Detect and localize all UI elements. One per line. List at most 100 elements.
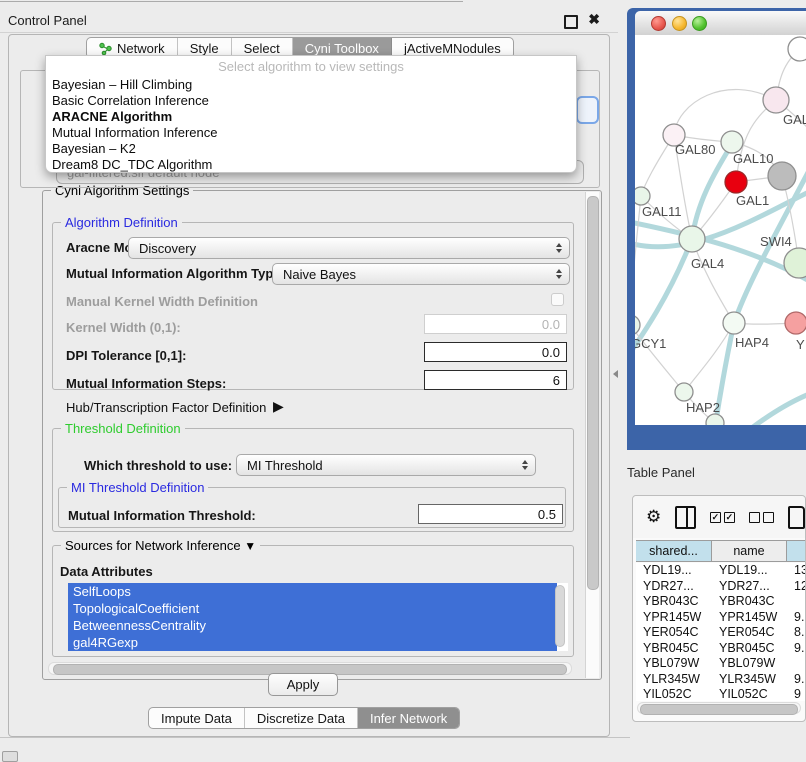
network-node[interactable]: [706, 414, 724, 425]
network-icon: [99, 42, 112, 55]
sources-legend: Sources for Network Inference ▼: [61, 538, 260, 554]
close-icon[interactable]: ✖: [588, 11, 600, 28]
node-label: SWI4: [760, 234, 792, 249]
algorithm-option[interactable]: Basic Correlation Inference: [52, 93, 209, 108]
node-label: HAP4: [735, 335, 769, 350]
table-row[interactable]: YLR345WYLR345W9.: [636, 672, 805, 688]
network-node-swi4[interactable]: [784, 248, 806, 278]
node-label: GAL10: [733, 151, 773, 166]
attr-item-selected[interactable]: SelfLoops: [68, 583, 557, 600]
algorithm-definition-legend: Algorithm Definition: [61, 215, 182, 230]
select-all-columns-icon[interactable]: ✓✓: [710, 512, 735, 523]
node-label: GAL80: [675, 142, 715, 157]
network-node-gray[interactable]: [768, 162, 796, 190]
algorithm-option[interactable]: Bayesian – Hill Climbing: [52, 77, 192, 92]
network-node-hap4[interactable]: [723, 312, 745, 334]
cyni-bottom-tabs: Impute Data Discretize Data Infer Networ…: [148, 707, 460, 729]
node-label: Y: [796, 337, 805, 352]
attr-item-selected[interactable]: gal4RGexp: [68, 634, 557, 651]
tab-network-label: Network: [117, 41, 165, 56]
tab-impute-data[interactable]: Impute Data: [149, 708, 245, 728]
table-row[interactable]: YDL19...YDL19...13: [636, 563, 805, 579]
table-hscroll-thumb[interactable]: [640, 704, 798, 715]
table-hscrollbar[interactable]: [637, 702, 801, 714]
minimize-traffic-light[interactable]: [672, 16, 687, 31]
tab-discretize-data[interactable]: Discretize Data: [245, 708, 358, 728]
network-node-gal1[interactable]: [725, 171, 747, 193]
table-header-shared[interactable]: shared...: [636, 541, 712, 561]
manual-kernel-checkbox[interactable]: [551, 293, 564, 306]
export-table-icon[interactable]: [788, 506, 805, 529]
attr-list-vscroll-thumb[interactable]: [555, 585, 565, 647]
table-row[interactable]: YDR27...YDR27...12: [636, 579, 805, 595]
network-node[interactable]: [788, 37, 806, 61]
threshold-legend: Threshold Definition: [61, 421, 185, 436]
table-row[interactable]: YBL079WYBL079W: [636, 656, 805, 672]
table-panel-title: Table Panel: [627, 465, 695, 480]
which-threshold-value: MI Threshold: [247, 458, 323, 473]
kernel-width-label: Kernel Width (0,1):: [66, 320, 181, 335]
float-window-icon[interactable]: [564, 15, 578, 29]
tab-infer-network[interactable]: Infer Network: [358, 708, 459, 728]
control-panel-title: Control Panel: [8, 13, 87, 28]
hub-section-label[interactable]: Hub/Transcription Factor Definition: [66, 400, 266, 415]
bottom-divider: [0, 737, 630, 738]
gear-icon[interactable]: ⚙: [646, 507, 661, 527]
mi-steps-field[interactable]: [424, 370, 567, 390]
table-header-name[interactable]: name: [712, 541, 787, 561]
table-row[interactable]: YBR045CYBR045C9.: [636, 641, 805, 657]
split-columns-icon[interactable]: [675, 506, 696, 529]
network-canvas[interactable]: GAL GAL80 GAL10 GAL1 GAL11 GAL4 SWI4 HAP…: [635, 35, 806, 425]
dpi-tolerance-label: DPI Tolerance [0,1]:: [66, 348, 186, 363]
network-node-gcy1[interactable]: [635, 315, 640, 335]
table-row[interactable]: YER054CYER054C8.: [636, 625, 805, 641]
network-node-gal11[interactable]: [635, 187, 650, 205]
deselect-all-columns-icon[interactable]: [749, 512, 774, 523]
apply-button[interactable]: Apply: [268, 673, 338, 696]
table-row[interactable]: YPR145WYPR145W9.: [636, 610, 805, 626]
network-node-gal10[interactable]: [721, 131, 743, 153]
mi-type-combo[interactable]: Naive Bayes: [272, 263, 570, 285]
settings-vscroll-thumb[interactable]: [587, 196, 599, 590]
algorithm-option[interactable]: Dream8 DC_TDC Algorithm: [52, 157, 212, 172]
stepper-icon: [556, 269, 562, 279]
splitpane-handle-icon[interactable]: [613, 370, 618, 378]
mi-type-label: Mutual Information Algorithm Type:: [66, 266, 285, 281]
mi-threshold-label: Mutual Information Threshold:: [68, 508, 256, 523]
mini-corner-button[interactable]: [2, 751, 18, 762]
table-row[interactable]: YIL052CYIL052C9: [636, 687, 805, 701]
aracne-mode-value: Discovery: [139, 241, 196, 256]
aracne-mode-combo[interactable]: Discovery: [128, 237, 570, 259]
network-node-gal2[interactable]: [763, 87, 789, 113]
algorithm-option[interactable]: Mutual Information Inference: [52, 125, 217, 140]
network-node-gal4[interactable]: [679, 226, 705, 252]
attr-item-selected[interactable]: TopologicalCoefficient: [68, 600, 557, 617]
sources-collapse-icon[interactable]: ▼: [244, 539, 256, 553]
table-panel: ⚙ ✓✓ shared... name YDL19...YDL19...13 Y…: [632, 495, 806, 722]
network-node-hap2[interactable]: [675, 383, 693, 401]
attr-item-selected[interactable]: BetweennessCentrality: [68, 617, 557, 634]
table-body: YDL19...YDL19...13 YDR27...YDR27...12 YB…: [636, 563, 805, 701]
table-header-col3[interactable]: [787, 541, 805, 561]
hub-expand-icon[interactable]: ▶: [273, 398, 284, 415]
close-traffic-light[interactable]: [651, 16, 666, 31]
top-divider: [0, 1, 463, 2]
table-row[interactable]: YBR043CYBR043C: [636, 594, 805, 610]
settings-vscrollbar[interactable]: [585, 192, 599, 678]
data-attributes-label: Data Attributes: [60, 564, 153, 579]
zoom-traffic-light[interactable]: [692, 16, 707, 31]
kernel-width-field[interactable]: [424, 314, 567, 334]
node-label: GAL: [783, 112, 806, 127]
stepper-icon: [522, 460, 528, 470]
algorithm-option[interactable]: Bayesian – K2: [52, 141, 136, 156]
which-threshold-combo[interactable]: MI Threshold: [236, 454, 536, 476]
mi-threshold-field[interactable]: [418, 504, 563, 524]
network-view-window: GAL GAL80 GAL10 GAL1 GAL11 GAL4 SWI4 HAP…: [627, 8, 806, 450]
mi-type-value: Naive Bayes: [283, 267, 356, 282]
algorithm-combo-focus-fragment[interactable]: [576, 96, 599, 124]
manual-kernel-label: Manual Kernel Width Definition: [66, 294, 258, 309]
network-node-salmon[interactable]: [785, 312, 806, 334]
dpi-tolerance-field[interactable]: [424, 342, 567, 362]
algorithm-dropdown: Select algorithm to view settings Bayesi…: [45, 55, 577, 173]
algorithm-option-selected[interactable]: ARACNE Algorithm: [52, 109, 172, 124]
